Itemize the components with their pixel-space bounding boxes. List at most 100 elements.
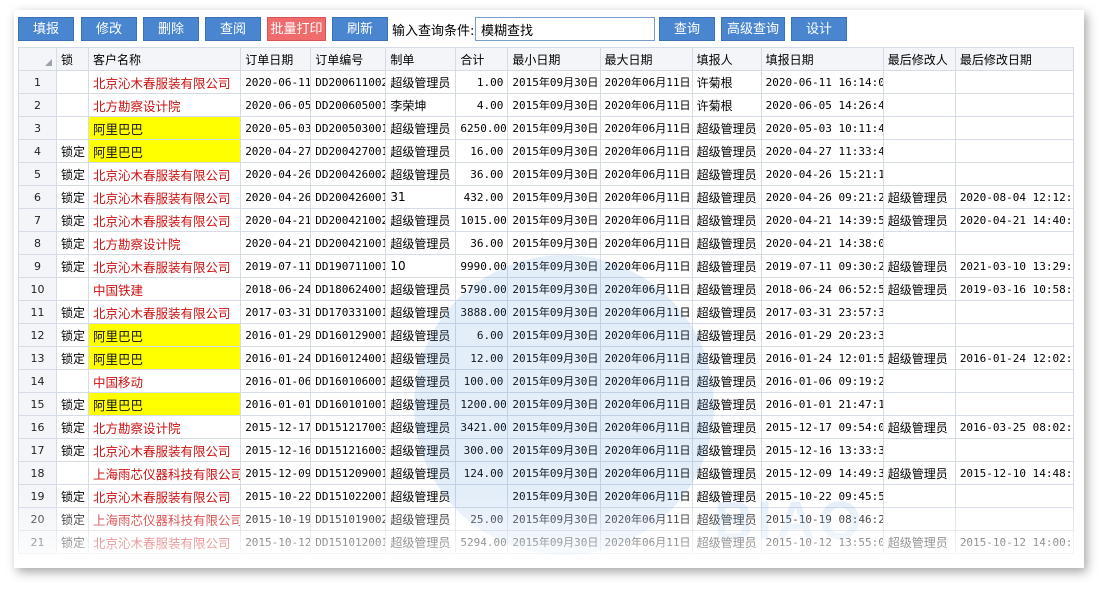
max-date-cell[interactable]: 2020年06月11日: [599, 139, 693, 163]
filler-cell[interactable]: 超级管理员: [691, 231, 762, 255]
order-date-cell[interactable]: 2015-12-09: [240, 461, 312, 485]
max-date-cell[interactable]: 2020年06月11日: [599, 346, 693, 370]
max-date-cell[interactable]: 2020年06月11日: [599, 300, 693, 324]
order-no-cell[interactable]: DD160124001: [310, 346, 387, 370]
max-date-cell[interactable]: 2020年06月11日: [599, 254, 693, 278]
customer-cell[interactable]: 阿里巴巴: [88, 346, 242, 370]
order-no-cell[interactable]: DD151022001: [310, 484, 387, 508]
customer-cell[interactable]: 北方勘察设计院: [88, 415, 242, 439]
order-no-cell[interactable]: DD160106001: [310, 369, 387, 393]
order-date-cell[interactable]: 2020-06-05: [240, 93, 312, 117]
min-date-cell[interactable]: 2015年09月30日: [507, 254, 601, 278]
fill-date-cell[interactable]: 2020-04-21 14:39:57: [760, 208, 884, 232]
column-header[interactable]: 最后修改人: [882, 47, 956, 71]
customer-cell[interactable]: 北京沁木春服装有限公司: [88, 162, 242, 186]
filler-cell[interactable]: 超级管理员: [691, 461, 762, 485]
filler-cell[interactable]: 超级管理员: [691, 185, 762, 209]
filler-cell[interactable]: 超级管理员: [691, 323, 762, 347]
maker-cell[interactable]: 超级管理员: [385, 484, 457, 508]
fill-date-cell[interactable]: 2015-12-16 13:33:37: [760, 438, 884, 462]
modifier-cell[interactable]: [882, 162, 956, 186]
column-header[interactable]: 最后修改日期: [954, 47, 1075, 71]
modifier-cell[interactable]: 超级管理员: [882, 346, 956, 370]
order-date-cell[interactable]: 2020-04-21: [240, 231, 312, 255]
table-row[interactable]: 12 锁定 阿里巴巴 2016-01-29 DD160129001 超级管理员 6.00 20…: [18, 323, 1075, 347]
table-row[interactable]: 2 北方勘察设计院 2020-06-05 DD200605001 李荣坤 4.00 2015…: [18, 93, 1075, 117]
total-cell[interactable]: 6250.00: [455, 116, 509, 140]
max-date-cell[interactable]: 2020年06月11日: [599, 231, 693, 255]
refresh-button[interactable]: 刷新: [332, 17, 388, 41]
filler-cell[interactable]: 超级管理员: [691, 254, 762, 278]
customer-cell[interactable]: 阿里巴巴: [88, 392, 242, 416]
max-date-cell[interactable]: 2020年06月11日: [599, 116, 693, 140]
order-date-cell[interactable]: 2015-10-12: [240, 530, 312, 554]
table-row[interactable]: 14 中国移动 2016-01-06 DD160106001 超级管理员 100.00 20…: [18, 369, 1075, 393]
column-header[interactable]: 客户名称: [88, 47, 242, 71]
max-date-cell[interactable]: 2020年06月11日: [599, 415, 693, 439]
column-header[interactable]: 订单日期: [240, 47, 312, 71]
maker-cell[interactable]: 超级管理员: [385, 300, 457, 324]
table-row[interactable]: 6 锁定 北京沁木春服装有限公司 2020-04-26 DD200426001 31 432…: [18, 185, 1075, 209]
customer-cell[interactable]: 阿里巴巴: [88, 116, 242, 140]
max-date-cell[interactable]: 2020年06月11日: [599, 208, 693, 232]
modifier-cell[interactable]: 超级管理员: [882, 185, 956, 209]
order-date-cell[interactable]: 2019-07-11: [240, 254, 312, 278]
lock-cell[interactable]: 锁定: [56, 530, 90, 554]
max-date-cell[interactable]: 2020年06月11日: [599, 461, 693, 485]
filler-cell[interactable]: 超级管理员: [691, 139, 762, 163]
fill-date-cell[interactable]: 2015-10-22 09:45:50: [760, 484, 884, 508]
total-cell[interactable]: 100.00: [455, 369, 509, 393]
fill-date-cell[interactable]: 2020-04-26 15:21:13: [760, 162, 884, 186]
lock-cell[interactable]: 锁定: [56, 139, 90, 163]
filler-cell[interactable]: 超级管理员: [691, 530, 762, 554]
order-date-cell[interactable]: 2020-04-26: [240, 162, 312, 186]
min-date-cell[interactable]: 2015年09月30日: [507, 346, 601, 370]
table-row[interactable]: 18 上海雨芯仪器科技有限公司 2015-12-09 DD151209001 超级管理员…: [18, 461, 1075, 485]
max-date-cell[interactable]: 2020年06月11日: [599, 369, 693, 393]
modify-date-cell[interactable]: [954, 116, 1075, 140]
lock-cell[interactable]: [56, 93, 90, 117]
fill-date-cell[interactable]: 2018-06-24 06:52:52: [760, 277, 884, 301]
customer-cell[interactable]: 北京沁木春服装有限公司: [88, 300, 242, 324]
modifier-cell[interactable]: [882, 231, 956, 255]
table-row[interactable]: 1 北京沁木春服装有限公司 2020-06-11 DD200611002 超级管理员 1.…: [18, 70, 1075, 94]
customer-cell[interactable]: 北方勘察设计院: [88, 93, 242, 117]
total-cell[interactable]: 5294.00: [455, 530, 509, 554]
modify-date-cell[interactable]: 2019-03-16 10:58:4: [954, 277, 1075, 301]
filler-cell[interactable]: 超级管理员: [691, 346, 762, 370]
design-button[interactable]: 设计: [791, 17, 847, 41]
column-header[interactable]: 订单编号: [310, 47, 387, 71]
filler-cell[interactable]: 超级管理员: [691, 162, 762, 186]
lock-cell[interactable]: 锁定: [56, 254, 90, 278]
order-date-cell[interactable]: 2015-10-19: [240, 507, 312, 531]
total-cell[interactable]: 300.00: [455, 438, 509, 462]
modifier-cell[interactable]: [882, 300, 956, 324]
fill-date-cell[interactable]: 2016-01-01 21:47:16: [760, 392, 884, 416]
max-date-cell[interactable]: 2020年06月11日: [599, 438, 693, 462]
min-date-cell[interactable]: 2015年09月30日: [507, 162, 601, 186]
modify-date-cell[interactable]: [954, 323, 1075, 347]
fill-date-cell[interactable]: 2015-10-12 13:55:04: [760, 530, 884, 554]
fill-date-cell[interactable]: 2017-03-31 23:57:30: [760, 300, 884, 324]
delete-button[interactable]: 删除: [143, 17, 199, 41]
max-date-cell[interactable]: 2020年06月11日: [599, 392, 693, 416]
total-cell[interactable]: 6.00: [455, 323, 509, 347]
order-date-cell[interactable]: 2018-06-24: [240, 277, 312, 301]
lock-cell[interactable]: [56, 116, 90, 140]
order-no-cell[interactable]: DD160129001: [310, 323, 387, 347]
modify-date-cell[interactable]: [954, 300, 1075, 324]
min-date-cell[interactable]: 2015年09月30日: [507, 277, 601, 301]
total-cell[interactable]: 3421.00: [455, 415, 509, 439]
modify-date-cell[interactable]: [954, 70, 1075, 94]
max-date-cell[interactable]: 2020年06月11日: [599, 93, 693, 117]
filler-cell[interactable]: 超级管理员: [691, 507, 762, 531]
lock-cell[interactable]: 锁定: [56, 392, 90, 416]
table-row[interactable]: 5 锁定 北京沁木春服装有限公司 2020-04-26 DD200426002 超级管理员…: [18, 162, 1075, 186]
lock-cell[interactable]: 锁定: [56, 484, 90, 508]
fill-date-cell[interactable]: 2016-01-06 09:19:22: [760, 369, 884, 393]
customer-cell[interactable]: 北京沁木春服装有限公司: [88, 185, 242, 209]
maker-cell[interactable]: 超级管理员: [385, 369, 457, 393]
maker-cell[interactable]: 超级管理员: [385, 392, 457, 416]
column-header[interactable]: 最大日期: [599, 47, 693, 71]
fill-date-cell[interactable]: 2020-06-11 16:14:07: [760, 70, 884, 94]
